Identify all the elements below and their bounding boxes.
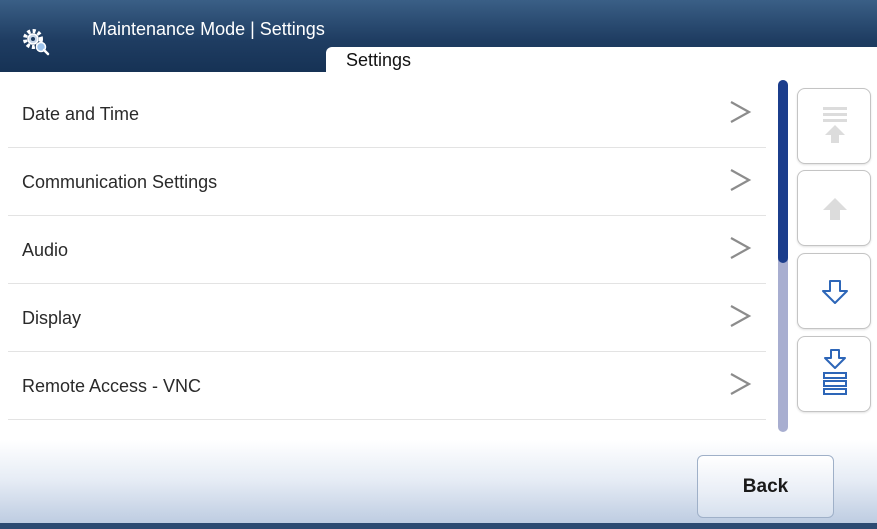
chevron-right-icon — [730, 101, 752, 123]
list-item-display[interactable]: Display — [8, 284, 766, 352]
scroll-to-bottom-icon — [823, 349, 847, 395]
list-item-communication-settings[interactable]: Communication Settings — [8, 148, 766, 216]
chevron-right-icon — [730, 373, 752, 395]
tab-settings: Settings — [326, 47, 877, 72]
scroll-to-top-button[interactable] — [797, 88, 871, 164]
list-item-label: Display — [22, 308, 82, 328]
scrollbar-thumb[interactable] — [778, 80, 788, 263]
scroll-down-icon — [822, 280, 848, 304]
scroll-to-top-icon — [823, 107, 847, 143]
scroll-up-icon — [823, 198, 847, 220]
footer-bar: Back — [0, 440, 877, 529]
scroll-to-bottom-button[interactable] — [797, 336, 871, 412]
scrollbar-track[interactable] — [778, 80, 788, 432]
back-button[interactable]: Back — [697, 455, 834, 518]
chevron-right-icon — [730, 169, 752, 191]
list-item-label: Date and Time — [22, 104, 140, 124]
chevron-right-icon — [730, 305, 752, 327]
header-bar: Maintenance Mode | Settings Settings — [0, 0, 877, 72]
settings-list: Date and Time Communication Settings Aud… — [8, 80, 766, 425]
tab-settings-label: Settings — [346, 50, 412, 70]
list-item-remote-access-vnc[interactable]: Remote Access - VNC — [8, 352, 766, 420]
chevron-right-icon — [730, 237, 752, 259]
scroll-down-button[interactable] — [797, 253, 871, 329]
footer-edge — [0, 523, 877, 529]
list-item-label: Remote Access - VNC — [22, 376, 202, 396]
list-item-label: Audio — [22, 240, 69, 260]
maintenance-settings-screen: Maintenance Mode | Settings Settings Dat… — [0, 0, 877, 529]
scroll-up-button[interactable] — [797, 170, 871, 246]
page-title: Maintenance Mode | Settings — [92, 19, 325, 39]
list-item-label: Communication Settings — [22, 172, 218, 192]
gear-magnifier-icon — [23, 29, 50, 56]
list-item-audio[interactable]: Audio — [8, 216, 766, 284]
list-item-date-and-time[interactable]: Date and Time — [8, 80, 766, 148]
back-button-label: Back — [742, 476, 789, 497]
